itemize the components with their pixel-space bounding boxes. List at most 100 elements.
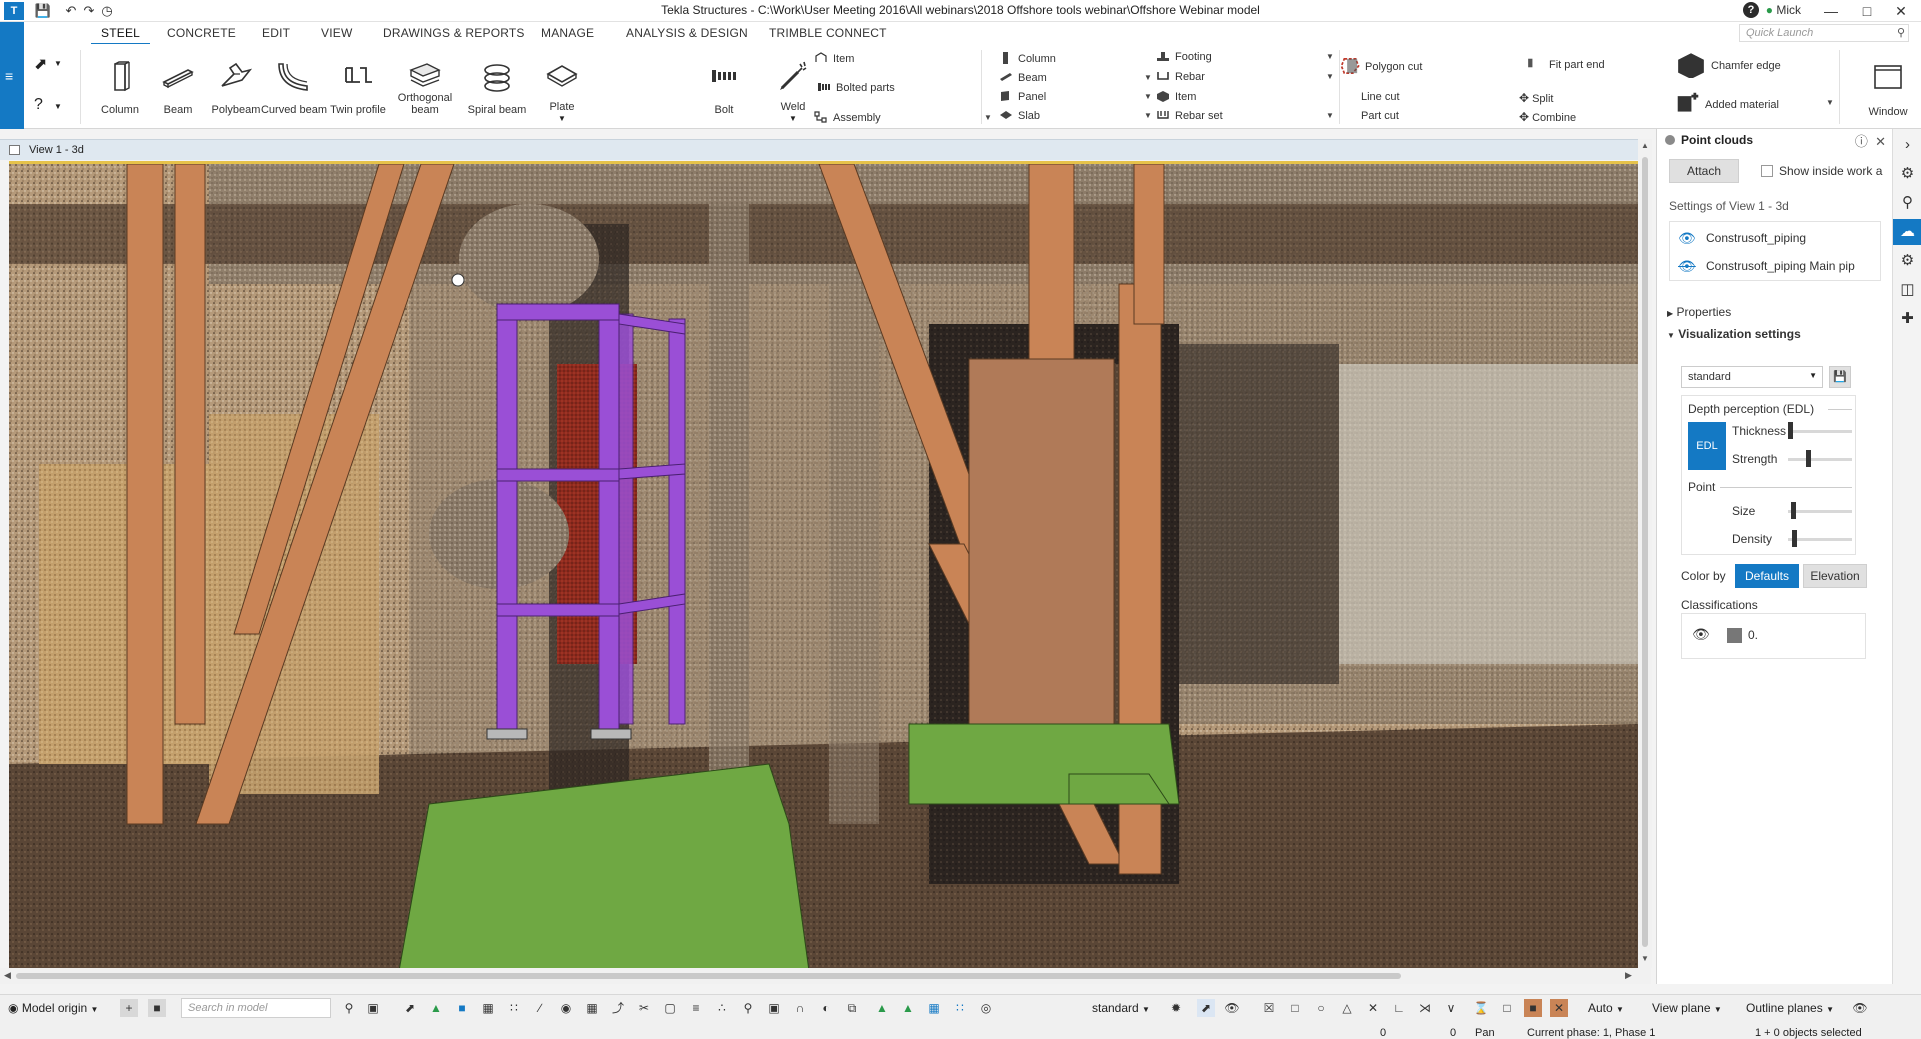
polygon-cut-button[interactable]: Polygon cut <box>1340 56 1422 74</box>
beam-button[interactable]: Beam <box>149 44 207 126</box>
vertical-scrollbar[interactable]: ▲ ▼ <box>1638 139 1652 968</box>
select-assemblies-icon[interactable]: ▣ <box>765 999 783 1017</box>
select-welds-icon[interactable]: ⤴ <box>609 999 627 1017</box>
bolted-parts-button[interactable]: Bolted parts <box>817 81 895 97</box>
horizontal-scroll-thumb[interactable] <box>16 973 1401 979</box>
model-origin-dropdown[interactable]: ◉ Model origin ▼ <box>8 998 98 1018</box>
select-cuts-icon[interactable]: ✂ <box>635 999 653 1017</box>
globe-icon[interactable]: ⚲ <box>1893 190 1921 216</box>
select-objects-in-components-icon[interactable]: ⚲ <box>739 999 757 1017</box>
tab-drawings-reports[interactable]: DRAWINGS & REPORTS <box>383 26 525 40</box>
snap-reference-icon[interactable]: ☒ <box>1260 999 1278 1017</box>
edl-toggle[interactable]: EDL <box>1688 422 1726 470</box>
chevron-down-icon[interactable]: ▼ <box>984 113 992 122</box>
window-button[interactable]: Window <box>1859 44 1917 126</box>
auto-dropdown[interactable]: Auto ▼ <box>1588 998 1624 1018</box>
save-preset-icon[interactable]: 💾 <box>1829 366 1851 388</box>
chevron-down-icon[interactable]: ▼ <box>54 102 62 111</box>
assembly-button[interactable]: Assembly ▼ <box>814 111 992 127</box>
components-icon[interactable]: ✚ <box>1893 306 1921 332</box>
minimize-button[interactable]: — <box>1819 1 1843 21</box>
strength-slider[interactable] <box>1788 458 1852 461</box>
fit-part-end-button[interactable]: Fit part end <box>1526 52 1605 71</box>
select-views-icon[interactable]: ▢ <box>661 999 679 1017</box>
select-grid-lines-icon[interactable]: ▦ <box>583 999 601 1017</box>
outline-planes-dropdown[interactable]: Outline planes ▼ <box>1746 998 1834 1018</box>
select-planes-icon[interactable]: ≡ <box>687 999 705 1017</box>
snap-geometry-icon[interactable]: □ <box>1286 999 1304 1017</box>
help-icon[interactable]: ? <box>1743 2 1759 18</box>
tab-edit[interactable]: EDIT <box>262 26 290 40</box>
bolt-button[interactable]: Bolt <box>695 44 753 126</box>
tab-view[interactable]: VIEW <box>321 26 352 40</box>
select-reinforcement-icon[interactable]: ∩ <box>791 999 809 1017</box>
snap-settings-icon[interactable]: ✹ <box>1167 999 1185 1017</box>
search-options-icon[interactable]: ▣ <box>364 999 382 1017</box>
plate-button[interactable]: Plate ▼ <box>533 44 591 126</box>
tab-manage[interactable]: MANAGE <box>541 26 594 40</box>
rebar-button[interactable]: Rebar ▼ <box>1156 70 1334 86</box>
color-by-defaults-button[interactable]: Defaults <box>1735 564 1799 588</box>
scroll-down-icon[interactable]: ▼ <box>1641 954 1649 963</box>
chevron-down-icon[interactable]: ▼ <box>1144 92 1152 101</box>
standard-dropdown[interactable]: standard ▼ <box>1092 998 1150 1018</box>
snap-grid-icon[interactable]: ▦ <box>925 999 943 1017</box>
show-inside-checkbox[interactable] <box>1761 165 1773 177</box>
cloud-name[interactable]: Construsoft_piping <box>1706 231 1806 245</box>
snap-plane-icon[interactable]: □ <box>1498 999 1516 1017</box>
smart-select-icon[interactable]: ⬈ <box>1197 999 1215 1017</box>
chevron-right-icon[interactable]: › <box>1893 132 1921 158</box>
quick-launch-input[interactable]: Quick Launch <box>1739 24 1909 42</box>
snap-end-icon[interactable]: ▲ <box>873 999 891 1017</box>
select-components-icon[interactable]: ◉ <box>557 999 575 1017</box>
spiral-beam-button[interactable]: Spiral beam <box>468 44 526 126</box>
line-cut-button[interactable]: Line cut <box>1361 91 1400 107</box>
steel-item-button[interactable]: Item <box>814 52 854 68</box>
curved-beam-button[interactable]: Curved beam <box>261 44 327 126</box>
part-cut-button[interactable]: Part cut <box>1361 110 1399 126</box>
chevron-down-icon[interactable]: ▼ <box>1144 111 1152 120</box>
rebar-set-button[interactable]: Rebar set ▼ <box>1156 109 1334 125</box>
snap-perpendicular-icon[interactable]: ∟ <box>1390 999 1408 1017</box>
snap-edge-icon[interactable]: ✕ <box>1550 999 1568 1017</box>
concrete-slab-button[interactable]: Slab ▼ <box>999 109 1152 125</box>
eye-icon[interactable]: 👁 <box>1692 626 1710 643</box>
thickness-slider-handle[interactable] <box>1788 422 1793 439</box>
vertical-scroll-thumb[interactable] <box>1642 157 1648 947</box>
view-plane-dropdown[interactable]: View plane ▼ <box>1652 998 1722 1018</box>
eye-icon[interactable]: 👁 <box>1851 999 1869 1017</box>
maximize-button[interactable]: □ <box>1855 1 1879 21</box>
concrete-column-button[interactable]: Column <box>999 52 1056 68</box>
snap-free-icon[interactable]: ∨ <box>1442 999 1460 1017</box>
add-origin-icon[interactable]: + <box>120 999 138 1017</box>
snap-mid-icon[interactable]: ▲ <box>899 999 917 1017</box>
scroll-left-icon[interactable]: ◀ <box>4 970 11 981</box>
snap-center-icon[interactable]: ○ <box>1312 999 1330 1017</box>
chevron-down-icon[interactable]: ▼ <box>54 59 62 68</box>
added-material-button[interactable]: Added material ▼ <box>1676 92 1834 112</box>
delete-origin-icon[interactable]: ■ <box>148 999 166 1017</box>
footing-button[interactable]: Footing ▼ <box>1156 50 1334 66</box>
scroll-right-icon[interactable]: ▶ <box>1625 970 1632 981</box>
select-surface-icon[interactable]: ◐ <box>817 999 835 1017</box>
visualization-toggle[interactable]: ▼ Visualization settings <box>1667 327 1801 341</box>
eye-hidden-icon[interactable]: 👁 <box>1678 258 1696 275</box>
select-objects-icon[interactable]: ■ <box>453 999 471 1017</box>
strength-slider-handle[interactable] <box>1806 450 1811 467</box>
density-slider[interactable] <box>1788 538 1852 541</box>
close-icon[interactable]: ✕ <box>1875 134 1886 149</box>
visibility-icon[interactable]: 👁 <box>1223 999 1241 1017</box>
chamfer-edge-button[interactable]: Chamfer edge <box>1676 50 1781 78</box>
snap-override-icon[interactable]: ◎ <box>977 999 995 1017</box>
select-grid-icon[interactable]: ▦ <box>479 999 497 1017</box>
chevron-down-icon[interactable]: ▼ <box>1326 52 1334 61</box>
chevron-down-icon[interactable]: ▼ <box>1826 98 1834 107</box>
select-parts-icon[interactable]: ▲ <box>427 999 445 1017</box>
tab-concrete[interactable]: CONCRETE <box>167 26 236 40</box>
model-viewport[interactable] <box>9 161 1638 968</box>
color-by-elevation-button[interactable]: Elevation <box>1803 564 1867 588</box>
select-icon[interactable]: ⬈ <box>401 999 419 1017</box>
classification-color-swatch[interactable] <box>1727 628 1742 643</box>
tab-analysis-design[interactable]: ANALYSIS & DESIGN <box>626 26 748 40</box>
select-lines-icon[interactable]: ∕ <box>531 999 549 1017</box>
